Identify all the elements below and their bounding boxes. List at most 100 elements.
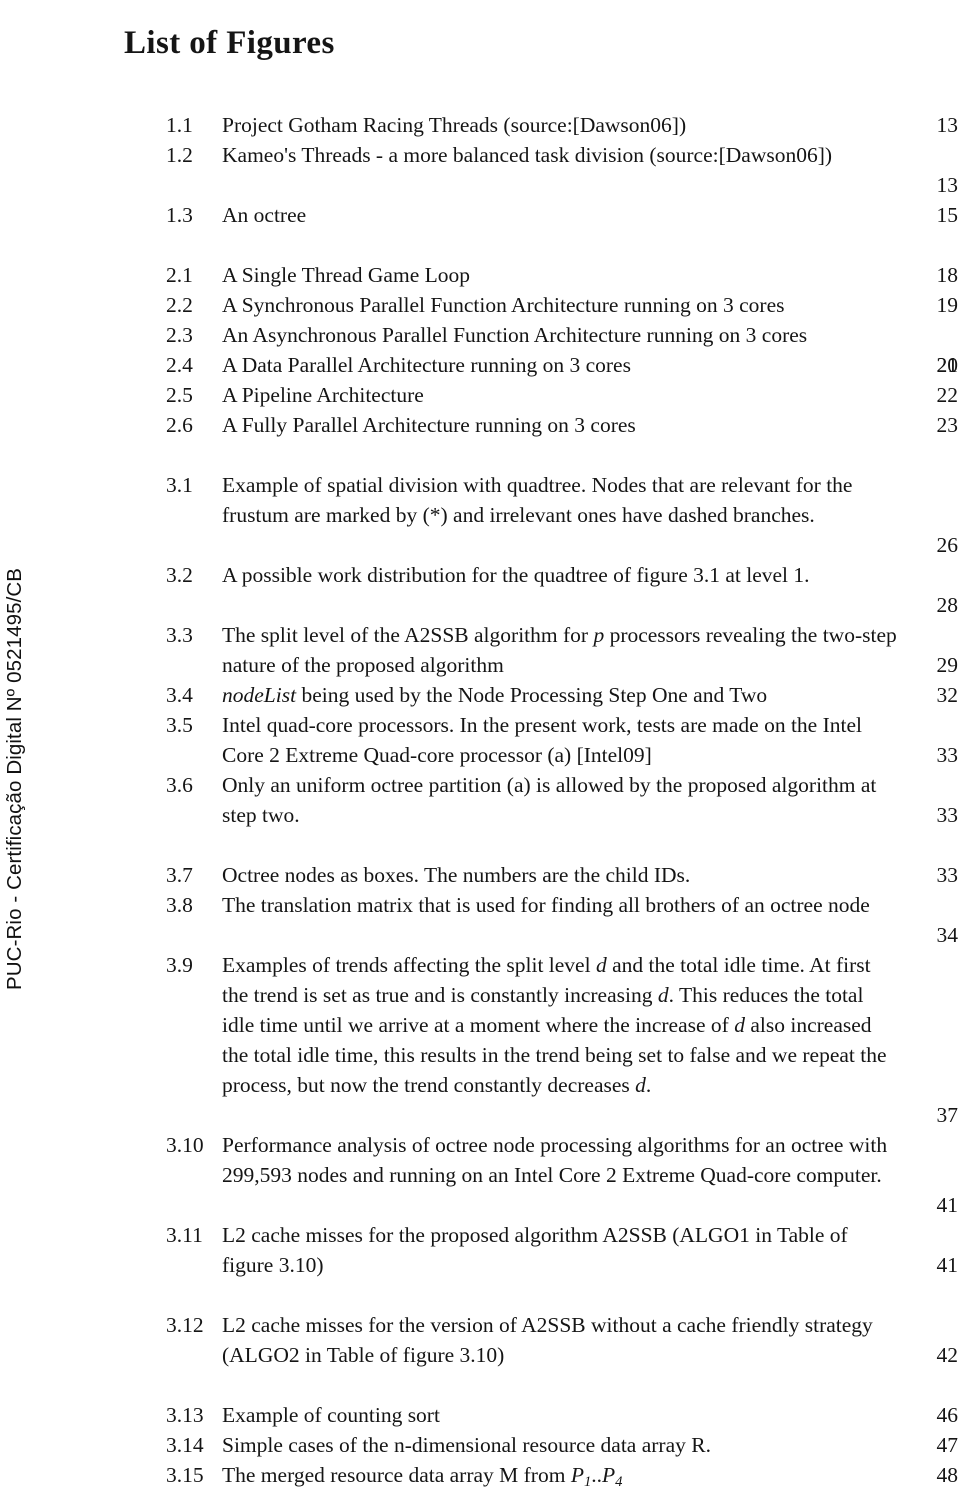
figure-page-number[interactable]: 32 (902, 680, 959, 710)
figure-caption: The merged resource data array M from P1… (222, 1463, 623, 1490)
figure-number: 3.14 (166, 1433, 204, 1457)
figure-page-number[interactable]: 33 (902, 740, 959, 770)
figure-entry[interactable]: 3.15 The merged resource data array M fro… (0, 1460, 960, 1490)
figure-caption: A Fully Parallel Architecture running on… (222, 413, 636, 437)
figure-page-number[interactable]: 19 (902, 290, 959, 320)
list-of-figures: 1.1 Project Gotham Racing Threads (source… (0, 110, 960, 1490)
figure-number: 3.12 (166, 1313, 204, 1337)
figure-caption: L2 cache misses for the proposed algorit… (222, 1223, 848, 1277)
figure-caption: A Single Thread Game Loop (222, 263, 470, 287)
figure-page-number[interactable]: 33 (902, 800, 959, 830)
figure-page-number[interactable]: 18 (902, 260, 959, 290)
figure-entry[interactable]: 2.2 A Synchronous Parallel Function Archi… (0, 290, 960, 320)
figure-entry[interactable]: 3.9 Examples of trends affecting the spli… (0, 950, 960, 1130)
figure-number: 2.5 (166, 383, 193, 407)
figure-page-number[interactable]: 13 (902, 170, 959, 200)
figure-number: 2.3 (166, 323, 193, 347)
figure-number: 1.2 (166, 143, 193, 167)
figure-entry[interactable]: 3.4 nodeList being used by the Node Proce… (0, 680, 960, 710)
figure-number: 2.1 (166, 263, 193, 287)
figure-entry[interactable]: 2.1 A Single Thread Game Loop 18 (0, 260, 960, 290)
figure-number: 3.9 (166, 953, 193, 977)
figure-caption: Example of spatial division with quadtre… (222, 473, 853, 527)
figure-number: 3.13 (166, 1403, 204, 1427)
figure-number: 3.3 (166, 623, 193, 647)
figure-entry[interactable]: 2.3 An Asynchronous Parallel Function Arc… (0, 320, 960, 377)
figure-page-number[interactable]: 42 (902, 1340, 959, 1370)
figure-number: 3.8 (166, 893, 193, 917)
figure-entry[interactable]: 3.3 The split level of the A2SSB algorith… (0, 620, 960, 680)
figure-number: 2.4 (166, 353, 193, 377)
figure-page-number[interactable]: 13 (902, 110, 959, 140)
figure-caption: Kameo's Threads - a more balanced task d… (222, 143, 833, 167)
figure-caption: A possible work distribution for the qua… (222, 563, 810, 587)
figure-entry[interactable]: 3.5 Intel quad-core processors. In the pr… (0, 710, 960, 770)
figure-entry[interactable]: 3.13 Example of counting sort 46 (0, 1400, 960, 1430)
figure-entry[interactable]: 1.3 An octree 15 (0, 200, 960, 230)
figure-entry[interactable]: 3.14 Simple cases of the n-dimensional re… (0, 1430, 960, 1460)
figure-page-number[interactable]: 41 (902, 1190, 959, 1220)
figure-caption: Performance analysis of octree node proc… (222, 1133, 888, 1187)
figure-caption: Examples of trends affecting the split l… (222, 953, 887, 1097)
figure-caption: nodeList being used by the Node Processi… (222, 683, 768, 707)
figure-number: 3.4 (166, 683, 193, 707)
figure-caption: Only an uniform octree partition (a) is … (222, 773, 877, 827)
figure-number: 1.3 (166, 203, 193, 227)
figure-entry[interactable]: 3.12 L2 cache misses for the version of A… (0, 1310, 960, 1400)
figure-entry[interactable]: 3.11 L2 cache misses for the proposed alg… (0, 1220, 960, 1310)
figure-caption: The split level of the A2SSB algorithm f… (222, 623, 897, 677)
figure-page-number[interactable]: 23 (902, 410, 959, 440)
figure-page-number[interactable]: 34 (902, 920, 959, 950)
figure-number: 3.6 (166, 773, 193, 797)
figure-number: 2.6 (166, 413, 193, 437)
figure-entry[interactable]: 3.6 Only an uniform octree partition (a) … (0, 770, 960, 860)
figure-number: 2.2 (166, 293, 193, 317)
figure-page-number[interactable]: 21 (902, 350, 959, 380)
figure-group-chapter-2: 2.1 A Single Thread Game Loop 18 2.2 A Synch… (0, 260, 960, 440)
figure-page-number[interactable]: 46 (902, 1400, 959, 1430)
figure-group-chapter-1: 1.1 Project Gotham Racing Threads (source… (0, 110, 960, 230)
figure-page-number[interactable]: 28 (902, 590, 959, 620)
figure-entry[interactable]: 3.8 The translation matrix that is used f… (0, 890, 960, 950)
figure-page-number[interactable]: 48 (902, 1460, 959, 1490)
figure-entry[interactable]: 3.7 Octree nodes as boxes. The numbers ar… (0, 860, 960, 890)
figure-page-number[interactable]: 22 (902, 380, 959, 410)
figure-entry[interactable]: 3.10 Performance analysis of octree node … (0, 1130, 960, 1220)
figure-number: 3.1 (166, 473, 193, 497)
figure-page-number[interactable]: 15 (902, 200, 959, 230)
figure-entry[interactable]: 3.1 Example of spatial division with quad… (0, 470, 960, 560)
figure-page-number[interactable]: 33 (902, 860, 959, 890)
figure-caption: Example of counting sort (222, 1403, 440, 1427)
figure-caption: Project Gotham Racing Threads (source:[D… (222, 113, 687, 137)
figure-page-number[interactable]: 26 (902, 530, 959, 560)
figure-number: 3.11 (166, 1223, 203, 1247)
figure-number: 3.15 (166, 1463, 204, 1487)
figure-page-number[interactable]: 29 (902, 650, 959, 680)
figure-caption: An Asynchronous Parallel Function Archit… (222, 323, 808, 347)
figure-caption: Octree nodes as boxes. The numbers are t… (222, 863, 691, 887)
figure-page-number[interactable]: 47 (902, 1430, 959, 1460)
figure-group-chapter-3: 3.1 Example of spatial division with quad… (0, 470, 960, 1490)
figure-entry[interactable]: 1.2 Kameo's Threads - a more balanced tas… (0, 140, 960, 200)
figure-entry[interactable]: 3.2 A possible work distribution for the … (0, 560, 960, 620)
figure-caption: The translation matrix that is used for … (222, 893, 870, 917)
figure-number: 3.5 (166, 713, 193, 737)
figure-entry[interactable]: 2.5 A Pipeline Architecture 22 (0, 380, 960, 410)
figure-number: 1.1 (166, 113, 193, 137)
figure-number: 3.2 (166, 563, 193, 587)
figure-entry[interactable]: 1.1 Project Gotham Racing Threads (source… (0, 110, 960, 140)
figure-caption: Simple cases of the n-dimensional resour… (222, 1433, 711, 1457)
figure-entry[interactable]: 2.4 A Data Parallel Architecture running … (0, 350, 960, 380)
figure-caption: A Data Parallel Architecture running on … (222, 353, 631, 377)
figure-caption: Intel quad-core processors. In the prese… (222, 713, 862, 767)
figure-number: 3.10 (166, 1133, 204, 1157)
figure-caption: A Synchronous Parallel Function Architec… (222, 293, 785, 317)
figure-caption: L2 cache misses for the version of A2SSB… (222, 1313, 873, 1367)
page-title: List of Figures (124, 25, 335, 62)
figure-page-number[interactable]: 41 (902, 1250, 959, 1280)
figure-page-number[interactable]: 37 (902, 1100, 959, 1130)
figure-caption: An octree (222, 203, 307, 227)
figure-entry[interactable]: 2.6 A Fully Parallel Architecture running… (0, 410, 960, 440)
figure-caption: A Pipeline Architecture (222, 383, 424, 407)
figure-number: 3.7 (166, 863, 193, 887)
